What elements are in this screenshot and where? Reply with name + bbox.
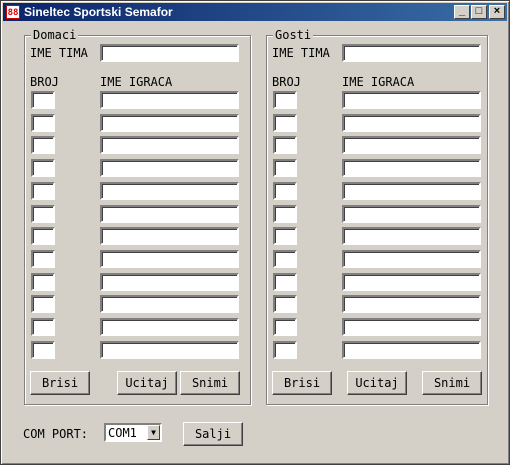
com-port-value: COM1 [108,426,137,440]
guests-player-name-input[interactable] [342,272,481,291]
home-player-number-input[interactable] [31,227,55,246]
guests-player-name-input[interactable] [342,204,481,223]
guests-team-name-input[interactable] [342,44,481,62]
maximize-button[interactable]: □ [471,5,487,19]
guests-player-name-input[interactable] [342,227,481,246]
guests-player-number-input[interactable] [273,159,297,178]
com-port-label: COM PORT: [23,427,89,441]
guests-player-number-input[interactable] [273,113,297,132]
home-player-number-input[interactable] [31,249,55,268]
home-player-name-input[interactable] [100,113,239,132]
home-player-number-input[interactable] [31,136,55,155]
home-player-number-input[interactable] [31,272,55,291]
guests-player-number-input[interactable] [273,295,297,314]
guests-player-number-input[interactable] [273,318,297,336]
home-player-name-input[interactable] [100,318,239,336]
guests-team-name-label: IME TIMA [272,46,330,60]
main-window: 88 Sineltec Sportski Semafor _ □ × Domac… [0,0,510,465]
guests-player-number-input[interactable] [273,204,297,223]
home-player-number-input[interactable] [31,318,55,336]
home-player-name-input[interactable] [100,204,239,223]
home-save-button[interactable]: Snimi [180,371,240,395]
home-team-name-label: IME TIMA [30,46,88,60]
title-bar[interactable]: 88 Sineltec Sportski Semafor _ □ × [3,3,507,21]
home-player-name-input[interactable] [100,249,239,268]
home-player-name-input[interactable] [100,340,239,359]
guests-player-name-input[interactable] [342,295,481,314]
home-player-name-input[interactable] [100,227,239,246]
guests-player-name-input[interactable] [342,249,481,268]
home-player-name-input[interactable] [100,181,239,200]
home-player-number-input[interactable] [31,113,55,132]
home-player-header: IME IGRACA [100,75,173,89]
home-team-name-input[interactable] [100,44,239,62]
guests-player-number-input[interactable] [273,91,297,109]
guests-load-button[interactable]: Ucitaj [347,371,407,395]
send-button[interactable]: Salji [183,422,243,446]
scoreboard-icon: 88 [6,5,20,19]
minimize-button[interactable]: _ [454,5,470,19]
home-player-name-input[interactable] [100,91,239,109]
home-player-name-input[interactable] [100,272,239,291]
home-player-name-input[interactable] [100,136,239,155]
guests-player-number-input[interactable] [273,136,297,155]
guests-player-number-input[interactable] [273,272,297,291]
home-load-button[interactable]: Ucitaj [117,371,177,395]
home-player-number-input[interactable] [31,159,55,178]
guests-player-name-input[interactable] [342,136,481,155]
guests-number-header: BROJ [272,75,301,89]
home-group-title: Domaci [31,28,79,42]
guests-player-name-input[interactable] [342,318,481,336]
guests-save-button[interactable]: Snimi [422,371,482,395]
guests-player-number-input[interactable] [273,340,297,359]
com-port-select[interactable]: COM1 ▼ [104,423,162,442]
home-player-number-input[interactable] [31,340,55,359]
guests-player-name-input[interactable] [342,91,481,109]
home-clear-button[interactable]: Brisi [30,371,90,395]
home-player-number-input[interactable] [31,91,55,109]
home-player-number-input[interactable] [31,295,55,314]
chevron-down-icon[interactable]: ▼ [147,425,160,440]
guests-player-number-input[interactable] [273,227,297,246]
guests-player-name-input[interactable] [342,159,481,178]
guests-player-name-input[interactable] [342,181,481,200]
home-player-number-input[interactable] [31,204,55,223]
close-button[interactable]: × [489,5,505,19]
home-player-name-input[interactable] [100,295,239,314]
home-number-header: BROJ [30,75,59,89]
guests-player-name-input[interactable] [342,113,481,132]
guests-player-number-input[interactable] [273,181,297,200]
window-title: Sineltec Sportski Semafor [24,5,173,19]
guests-player-number-input[interactable] [273,249,297,268]
home-player-name-input[interactable] [100,159,239,178]
guests-clear-button[interactable]: Brisi [272,371,332,395]
home-player-number-input[interactable] [31,181,55,200]
guests-player-header: IME IGRACA [342,75,415,89]
guest-group-title: Gosti [273,28,314,42]
guests-player-name-input[interactable] [342,340,481,359]
